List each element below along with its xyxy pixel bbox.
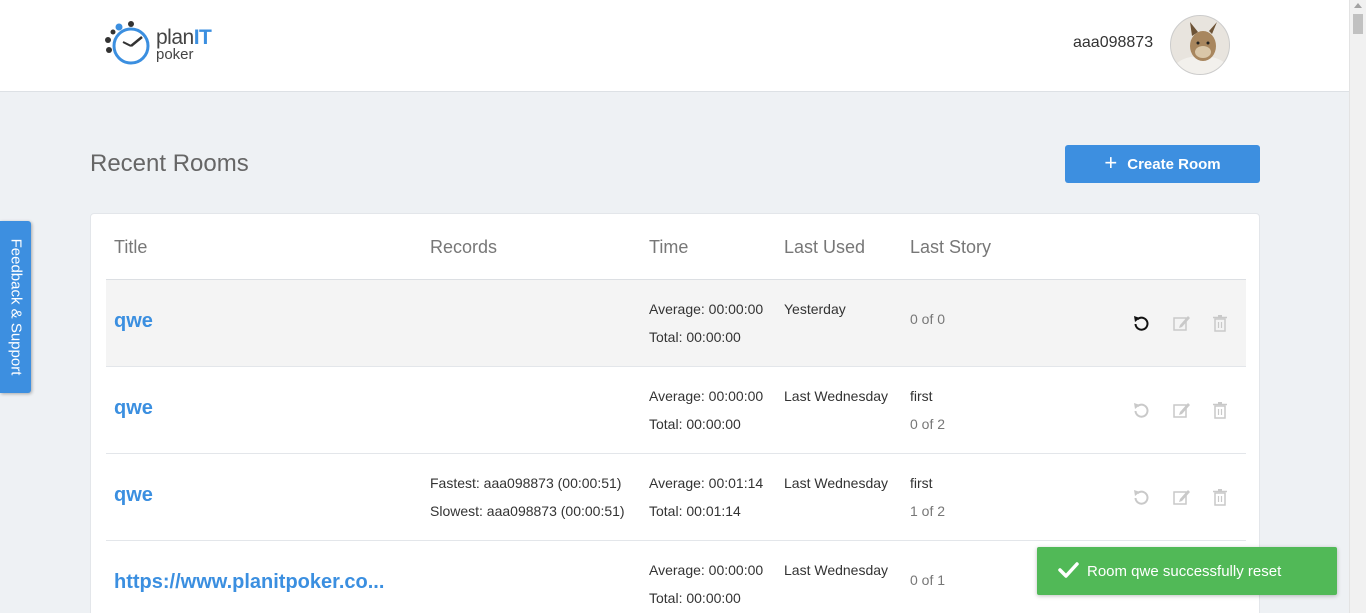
last-story-progress: 0 of 2 (910, 416, 946, 432)
last-story-name: first (910, 388, 933, 404)
table-row[interactable]: qwe Average: 00:00:00 Total: 00:00:00 La… (106, 367, 1246, 454)
time-total: Total: 00:00:00 (649, 416, 741, 432)
time-average: Average: 00:00:00 (649, 301, 764, 317)
page-title: Recent Rooms (90, 150, 249, 177)
feedback-support-label: Feedback & Support (7, 238, 24, 376)
time-average: Average: 00:00:00 (649, 388, 764, 404)
create-room-button[interactable]: + Create Room (1065, 145, 1260, 183)
column-records: Records (430, 237, 498, 257)
username-label[interactable]: aaa098873 (1073, 34, 1153, 52)
scroll-up-arrow-icon[interactable] (1354, 3, 1362, 8)
last-used: Yesterday (784, 301, 846, 317)
plus-icon: + (1104, 150, 1118, 175)
logo-text-poker: poker (156, 46, 194, 63)
table-header: Title Records Time Last Used Last Story (106, 214, 1246, 280)
trash-icon[interactable] (1210, 487, 1230, 507)
user-avatar[interactable] (1170, 15, 1230, 75)
edit-icon[interactable] (1172, 313, 1192, 333)
column-time: Time (649, 237, 689, 257)
create-room-label: Create Room (1127, 155, 1221, 173)
reset-icon[interactable] (1131, 487, 1151, 507)
last-story-progress: 1 of 2 (910, 503, 946, 519)
check-icon (1058, 562, 1079, 578)
last-used: Last Wednesday (784, 475, 889, 491)
time-average: Average: 00:00:00 (649, 562, 764, 578)
last-story-name: first (910, 475, 933, 491)
room-title-link[interactable]: qwe (114, 397, 153, 420)
column-title: Title (114, 237, 148, 257)
records-fastest: Fastest: aaa098873 (00:00:51) (430, 475, 622, 491)
time-total: Total: 00:00:00 (649, 590, 741, 606)
toast-message: Room qwe successfully reset (1087, 563, 1282, 580)
table-row[interactable]: qwe Fastest: aaa098873 (00:00:51) Slowes… (106, 454, 1246, 541)
edit-icon[interactable] (1172, 400, 1192, 420)
time-total: Total: 00:01:14 (649, 503, 741, 519)
room-title-link[interactable]: https://www.planitpoker.co... (114, 571, 384, 594)
time-average: Average: 00:01:14 (649, 475, 764, 491)
top-header: planIT poker aaa098873 (0, 0, 1349, 92)
success-toast[interactable]: Room qwe successfully reset (1037, 547, 1337, 595)
last-used: Last Wednesday (784, 562, 889, 578)
table-row[interactable]: qwe Average: 00:00:00 Total: 00:00:00 Ye… (106, 280, 1246, 367)
room-title-link[interactable]: qwe (114, 310, 153, 333)
reset-icon[interactable] (1131, 400, 1151, 420)
last-story-progress: 0 of 1 (910, 572, 946, 588)
scroll-thumb[interactable] (1353, 14, 1363, 34)
column-last-story: Last Story (910, 237, 992, 257)
trash-icon[interactable] (1210, 313, 1230, 333)
last-story-progress: 0 of 0 (910, 311, 946, 327)
feedback-support-tab[interactable]: Feedback & Support (0, 221, 31, 393)
room-title-link[interactable]: qwe (114, 484, 153, 507)
reset-icon[interactable] (1131, 313, 1151, 333)
avatar-image (1171, 16, 1229, 74)
trash-icon[interactable] (1210, 400, 1230, 420)
column-last-used: Last Used (784, 237, 866, 257)
logo-clock-icon (105, 21, 150, 65)
page-scrollbar[interactable] (1349, 0, 1366, 613)
edit-icon[interactable] (1172, 487, 1192, 507)
planit-poker-logo[interactable]: planIT poker (104, 20, 224, 72)
last-used: Last Wednesday (784, 388, 889, 404)
time-total: Total: 00:00:00 (649, 329, 741, 345)
records-slowest: Slowest: aaa098873 (00:00:51) (430, 503, 625, 519)
